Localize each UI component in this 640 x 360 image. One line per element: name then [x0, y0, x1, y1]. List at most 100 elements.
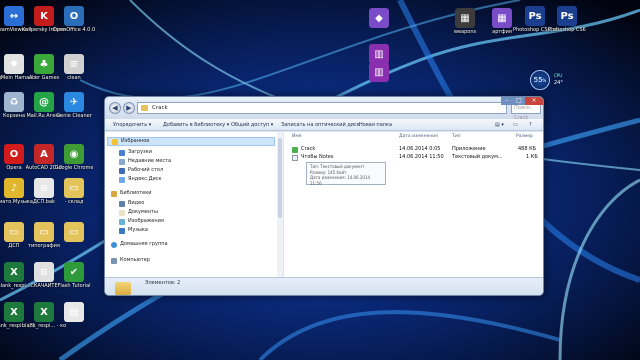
folder-icon — [141, 105, 148, 111]
shortcut-label: Google Chrome — [54, 165, 94, 171]
nav-yandex-disk[interactable]: Яндекс.Диск — [119, 175, 162, 184]
maximize-icon: □ — [516, 97, 522, 104]
shortcut-label: - склад — [64, 199, 84, 205]
nav-recent[interactable]: Недавние места — [119, 157, 171, 166]
add-to-library-button[interactable]: Добавить в библиотеку ▾ — [163, 119, 229, 131]
file-row[interactable]: Чтобы Notes 14.06.2014 11:50 Текстовый д… — [284, 153, 543, 162]
desktop-shortcut[interactable]: ✔ Flash Tutorial — [52, 262, 96, 289]
shortcut-label: weapons — [453, 29, 477, 35]
nav-images-label: Изображения — [128, 218, 164, 224]
shortcut-icon: ▤ — [64, 302, 84, 322]
minimize-icon: – — [505, 97, 509, 104]
help-icon[interactable]: ? — [529, 119, 532, 131]
shortcut-icon: ✈ — [64, 92, 84, 112]
address-bar[interactable]: Crack — [137, 102, 507, 114]
file-tooltip: Тип: Текстовый документ Размер: 145 байт… — [306, 162, 386, 186]
nav-desktop[interactable]: Рабочий стол — [119, 166, 163, 175]
desktop-shortcut[interactable]: ◉ Google Chrome — [52, 144, 96, 171]
nav-libraries[interactable]: Библиотеки — [111, 189, 152, 198]
shortcut-icon: ≡ — [34, 178, 54, 198]
nav-scrollbar[interactable] — [277, 132, 283, 277]
nav-computer-label: Компьютер — [120, 257, 150, 263]
nav-computer[interactable]: Компьютер — [111, 256, 150, 265]
download-folder-icon — [119, 149, 125, 156]
nav-desktop-label: Рабочий стол — [128, 167, 164, 173]
nav-video[interactable]: Видео — [119, 199, 144, 208]
nav-images[interactable]: Изображения — [119, 217, 164, 226]
desktop-shortcut[interactable]: Ps Photoshop CS6 — [545, 6, 589, 33]
shortcut-icon: X — [34, 302, 54, 322]
desktop-shortcut[interactable]: O OpenOffice 4.0.0 — [52, 6, 96, 33]
burn-button[interactable]: Записать на оптический диск — [281, 119, 360, 131]
details-pane: Элементов: 2 — [105, 277, 543, 295]
images-icon — [119, 218, 125, 225]
shortcut-icon: O — [64, 6, 84, 26]
column-header-name[interactable]: Имя — [292, 134, 301, 139]
shortcut-icon: ▦ — [492, 8, 512, 28]
shortcut-icon: ▭ — [4, 222, 24, 242]
close-button[interactable]: × — [525, 97, 543, 105]
cpu-temp: 24° — [554, 80, 563, 86]
nav-scrollbar-thumb[interactable] — [278, 138, 282, 218]
column-header-type[interactable]: Тип — [452, 134, 461, 139]
shortcut-label: Opera — [6, 165, 22, 171]
shortcut-label: артфия — [492, 29, 512, 35]
column-header-date[interactable]: Дата изменения — [399, 134, 438, 139]
cpu-gauge-widget[interactable]: 55% CPU 24° — [530, 70, 574, 92]
command-bar: Упорядочить ▾ Добавить в библиотеку ▾ Об… — [105, 119, 543, 131]
shortcut-icon: ▥ — [369, 44, 389, 64]
address-path: Crack — [152, 105, 168, 111]
shortcut-icon: ♪ — [4, 178, 24, 198]
video-icon — [119, 200, 125, 207]
shortcut-icon: X — [4, 302, 24, 322]
new-folder-button[interactable]: Новая папка — [359, 119, 392, 131]
nav-downloads[interactable]: Загрузки — [119, 148, 152, 157]
desktop-icon — [119, 167, 125, 174]
desktop-shortcut[interactable]: ≡ clean — [52, 54, 96, 81]
nav-homegroup-label: Домашняя группа — [120, 241, 168, 247]
shortcut-icon: O — [4, 144, 24, 164]
maximize-button[interactable]: □ — [513, 97, 525, 105]
desktop-shortcut[interactable]: ▥ — [357, 62, 401, 83]
organize-button[interactable]: Упорядочить ▾ — [113, 119, 151, 131]
homegroup-icon — [111, 241, 117, 248]
shortcut-label: типография — [28, 243, 60, 249]
shortcut-icon: X — [4, 262, 24, 282]
shortcut-label: ДСП — [8, 243, 20, 249]
shortcut-icon: ✔ — [64, 262, 84, 282]
desktop-shortcut[interactable]: ▭ - склад — [52, 178, 96, 205]
desktop-shortcut[interactable]: ▤ — [52, 302, 96, 323]
minimize-button[interactable]: – — [501, 97, 513, 105]
nav-favorites[interactable]: Избранное — [107, 137, 275, 146]
shortcut-icon: ≡ — [34, 262, 54, 282]
title-bar: ◀ ▶ Crack Поиск: Crack – □ × — [105, 97, 543, 121]
desktop-shortcut[interactable]: ✈ Genie Cleaner — [52, 92, 96, 119]
nav-documents[interactable]: Документы — [119, 208, 158, 217]
shortcut-icon: Ps — [525, 6, 545, 26]
forward-button[interactable]: ▶ — [123, 102, 135, 114]
nav-music[interactable]: Музыка — [119, 226, 148, 235]
desktop-shortcut[interactable]: ▭ — [52, 222, 96, 243]
back-button[interactable]: ◀ — [109, 102, 121, 114]
star-icon — [112, 138, 118, 145]
view-options-icon[interactable]: ▤ ▾ — [495, 119, 504, 131]
column-header-size[interactable]: Размер — [516, 134, 533, 139]
shortcut-icon: ♣ — [34, 54, 54, 74]
music-icon — [119, 227, 125, 234]
shortcut-icon: ▦ — [455, 8, 475, 28]
preview-pane-icon[interactable]: ▭ — [513, 119, 518, 131]
desktop-shortcut[interactable]: ◆ — [357, 8, 401, 29]
shortcut-icon: ↔ — [4, 6, 24, 26]
nav-yandex-label: Яндекс.Диск — [128, 176, 162, 182]
nav-homegroup[interactable]: Домашняя группа — [111, 240, 168, 249]
file-size: 1 КБ — [526, 154, 538, 160]
gauge-unit: % — [542, 78, 547, 83]
shortcut-label: Photoshop CS6 — [548, 27, 586, 33]
shortcut-label: OpenOffice 4.0.0 — [52, 27, 96, 33]
cloud-icon — [119, 176, 125, 183]
shortcut-icon: ▥ — [369, 62, 389, 82]
shortcut-label: Flash Tutorial — [57, 283, 91, 289]
share-button[interactable]: Общий доступ ▾ — [231, 119, 273, 131]
nav-music-label: Музыка — [128, 227, 148, 233]
folder-icon — [115, 282, 131, 295]
